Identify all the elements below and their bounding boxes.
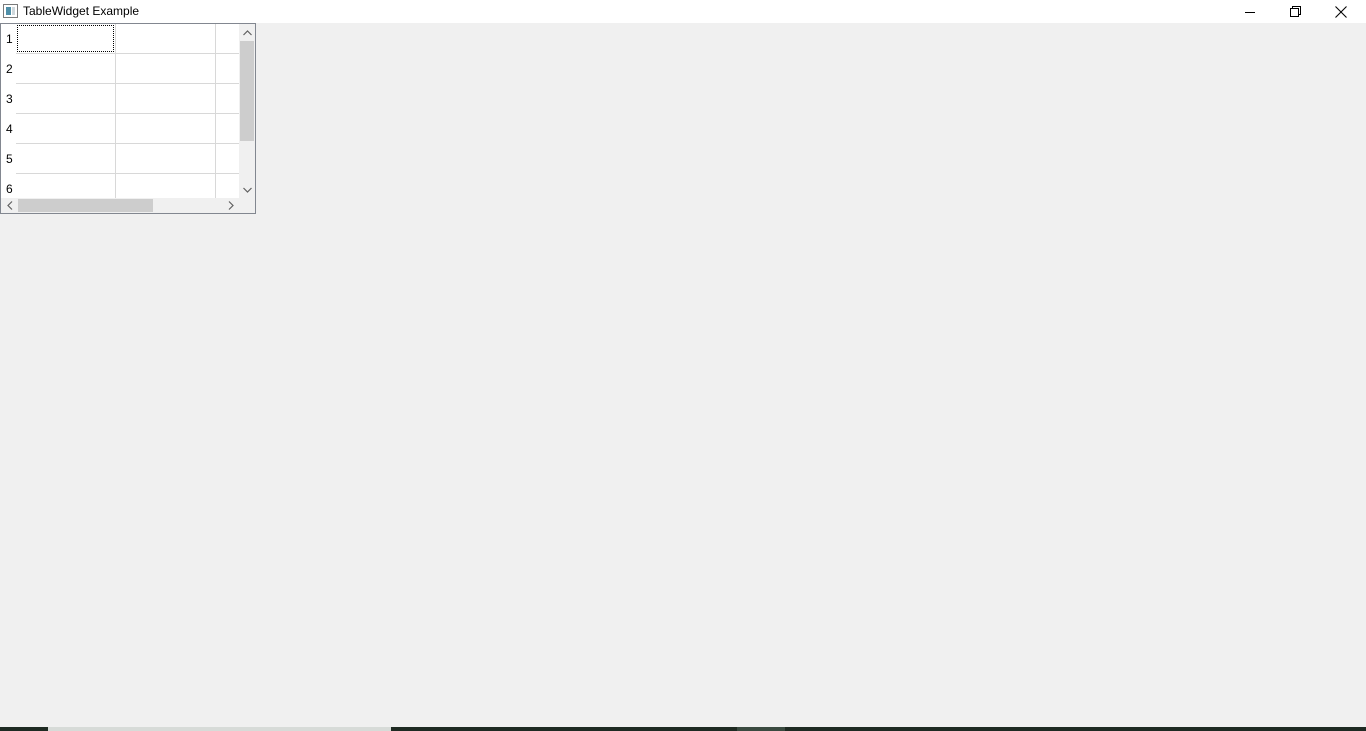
vertical-scroll-thumb[interactable] xyxy=(240,41,254,141)
scroll-left-button[interactable] xyxy=(1,198,18,213)
minimize-button[interactable] xyxy=(1227,0,1273,23)
table-cell[interactable] xyxy=(16,24,116,54)
chevron-right-icon xyxy=(228,201,234,210)
row-header-3[interactable]: 3 xyxy=(1,84,16,114)
table-cell[interactable] xyxy=(216,174,239,198)
scrollbar-corner xyxy=(239,198,255,213)
table-cell[interactable] xyxy=(116,174,216,198)
taskbar-edge xyxy=(0,727,1366,731)
chevron-left-icon xyxy=(6,201,12,210)
vertical-scrollbar[interactable] xyxy=(239,24,255,198)
table-cell[interactable] xyxy=(116,144,216,174)
horizontal-scrollbar[interactable] xyxy=(1,198,239,213)
row-header-6[interactable]: 6 xyxy=(1,174,16,198)
row-header-2[interactable]: 2 xyxy=(1,54,16,84)
table-cell[interactable] xyxy=(116,54,216,84)
table-cell[interactable] xyxy=(216,24,239,54)
table-cell[interactable] xyxy=(216,84,239,114)
title-bar[interactable]: TableWidget Example xyxy=(0,0,1366,23)
table-cell[interactable] xyxy=(216,54,239,84)
table-cell[interactable] xyxy=(216,144,239,174)
row-header: 1 2 3 4 5 6 xyxy=(1,24,16,198)
minimize-icon xyxy=(1245,11,1255,13)
table-grid[interactable] xyxy=(16,24,239,198)
row-header-5[interactable]: 5 xyxy=(1,144,16,174)
window-title: TableWidget Example xyxy=(23,4,140,18)
table-cell[interactable] xyxy=(16,54,116,84)
chevron-down-icon xyxy=(242,187,252,193)
table-cell[interactable] xyxy=(16,174,116,198)
taskbar-segment xyxy=(48,727,391,731)
horizontal-scroll-thumb[interactable] xyxy=(18,199,153,212)
table-cell[interactable] xyxy=(16,144,116,174)
scroll-right-button[interactable] xyxy=(222,198,239,213)
taskbar-segment xyxy=(737,727,785,731)
scroll-down-button[interactable] xyxy=(239,181,255,198)
table-cell[interactable] xyxy=(116,24,216,54)
close-icon xyxy=(1335,5,1347,18)
table-cell[interactable] xyxy=(116,84,216,114)
app-window-icon xyxy=(3,4,18,18)
table-cell[interactable] xyxy=(16,114,116,144)
restore-icon xyxy=(1289,6,1301,17)
restore-button[interactable] xyxy=(1272,0,1318,23)
table-cell[interactable] xyxy=(16,84,116,114)
table-cell[interactable] xyxy=(216,114,239,144)
row-header-4[interactable]: 4 xyxy=(1,114,16,144)
scroll-up-button[interactable] xyxy=(239,24,255,41)
table-widget[interactable]: 1 2 3 4 5 6 xyxy=(0,23,256,214)
row-header-1[interactable]: 1 xyxy=(1,24,16,54)
close-button[interactable] xyxy=(1318,0,1364,23)
table-cell[interactable] xyxy=(116,114,216,144)
chevron-up-icon xyxy=(242,29,252,35)
